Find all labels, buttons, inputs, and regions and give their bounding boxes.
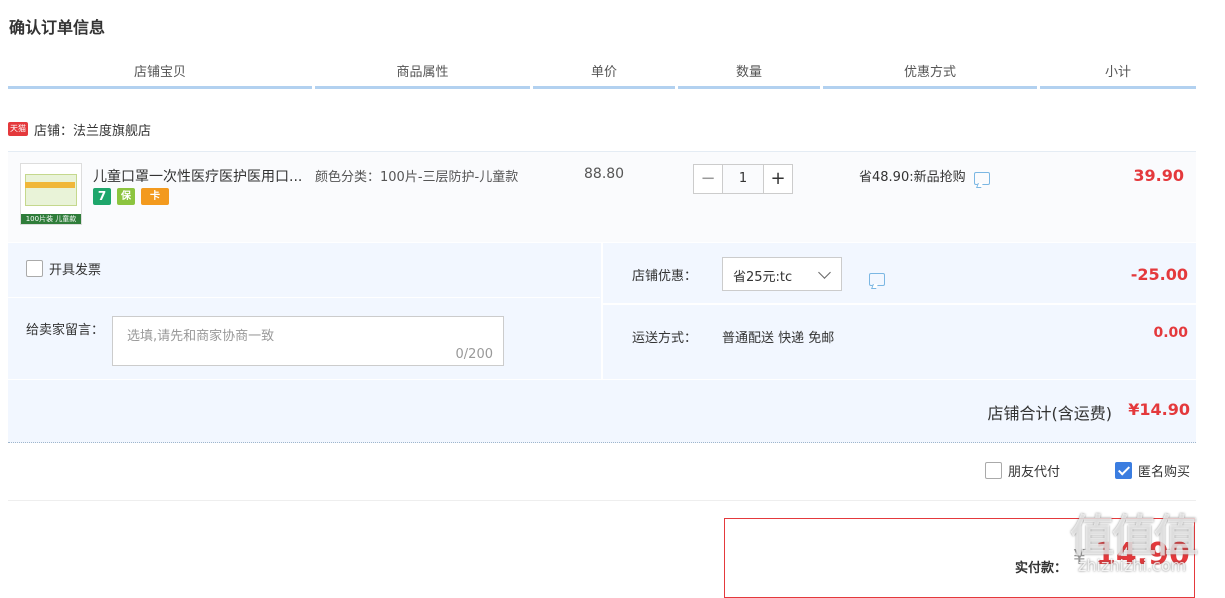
anonymous-purchase-checkbox[interactable] — [1115, 462, 1132, 479]
friend-pay-option[interactable]: 朋友代付 — [985, 461, 1060, 480]
credit-card-icon[interactable]: 卡 — [141, 188, 169, 205]
watermark-logo: 值值值 zhizhizhi.com — [1070, 500, 1220, 584]
friend-pay-label: 朋友代付 — [1008, 465, 1061, 480]
product-attribute: 颜色分类：100片-三层防护-儿童款 — [315, 170, 519, 185]
header-subtotal: 小计 — [1040, 60, 1196, 89]
quantity-minus-button[interactable]: − — [693, 164, 723, 194]
store-discount-label: 店铺优惠： — [632, 269, 698, 284]
seven-day-return-icon[interactable]: 7 — [93, 188, 111, 205]
tmall-icon: 天猫 — [8, 122, 28, 136]
invoice-option[interactable]: 开具发票 — [26, 259, 101, 278]
header-promotion: 优惠方式 — [823, 60, 1037, 89]
chat-bubble-icon[interactable] — [973, 172, 990, 185]
table-header: 店铺宝贝 商品属性 单价 数量 优惠方式 小计 — [8, 60, 1196, 89]
memo-label: 给卖家留言： — [26, 323, 105, 338]
panel-divider — [601, 243, 603, 379]
product-thumbnail[interactable]: 100片装 儿童款 — [20, 163, 82, 225]
store-total-label: 店铺合计(含运费) — [987, 404, 1113, 423]
watermark-url: zhizhizhi.com — [1078, 556, 1187, 575]
payment-label: 实付款： — [1015, 561, 1068, 576]
memo-char-count: 0/200 — [455, 347, 493, 362]
anonymous-purchase-label: 匿名购买 — [1138, 465, 1191, 480]
order-item-row: 100片装 儿童款 儿童口罩一次性医疗医护医用口... 7 保 卡 颜色分类：1… — [8, 151, 1196, 242]
quantity-input[interactable]: 1 — [723, 164, 763, 194]
page-title: 确认订单信息 — [9, 18, 106, 37]
shield-guarantee-icon[interactable]: 保 — [117, 188, 135, 205]
promotion-text: 省48.90:新品抢购 — [859, 170, 966, 185]
invoice-label: 开具发票 — [49, 263, 102, 278]
store-discount-select[interactable]: 省25元:tc — [722, 257, 842, 291]
memo-textarea[interactable]: 选填,请先和商家协商一致 0/200 — [112, 316, 504, 366]
invoice-checkbox[interactable] — [26, 260, 43, 277]
thumbnail-tag: 100片装 儿童款 — [21, 214, 81, 224]
anonymous-purchase-option[interactable]: 匿名购买 — [1115, 461, 1190, 480]
header-attributes: 商品属性 — [315, 60, 530, 89]
shop-row: 天猫 店铺：法兰度旗舰店 — [8, 118, 151, 140]
chat-bubble-icon[interactable] — [869, 273, 885, 286]
promotion-info: 省48.90:新品抢购 — [859, 166, 990, 185]
order-extras-panel: 开具发票 给卖家留言： 选填,请先和商家协商一致 0/200 店铺优惠： 省25… — [8, 243, 1196, 379]
memo-placeholder: 选填,请先和商家协商一致 — [127, 329, 275, 344]
shipping-label: 运送方式： — [632, 331, 698, 346]
header-quantity: 数量 — [678, 60, 820, 89]
quantity-plus-button[interactable]: + — [763, 164, 793, 194]
shop-name[interactable]: 店铺：法兰度旗舰店 — [34, 120, 151, 139]
invoice-section: 开具发票 — [8, 243, 600, 298]
memo-section: 给卖家留言： 选填,请先和商家协商一致 0/200 — [8, 299, 600, 379]
product-title-link[interactable]: 儿童口罩一次性医疗医护医用口... — [93, 166, 308, 186]
chevron-down-icon — [818, 266, 831, 279]
item-subtotal: 39.90 — [1133, 166, 1184, 185]
header-shop-items: 店铺宝贝 — [8, 60, 312, 89]
unit-price: 88.80 — [584, 166, 625, 182]
shipping-method: 普通配送 快递 免邮 — [722, 331, 835, 346]
divider — [8, 500, 1196, 501]
store-discount-value: -25.00 — [1130, 265, 1188, 284]
panel-divider-horizontal — [603, 303, 1196, 305]
quantity-stepper: − 1 + — [693, 164, 793, 194]
store-total-bar: 店铺合计(含运费) ¥14.90 — [8, 380, 1196, 443]
store-total-value: ¥14.90 — [1128, 400, 1190, 419]
friend-pay-checkbox[interactable] — [985, 462, 1002, 479]
header-unit-price: 单价 — [533, 60, 675, 89]
watermark-text: 值值值 — [1070, 511, 1198, 562]
store-discount-selected: 省25元:tc — [733, 270, 793, 285]
shipping-price: 0.00 — [1153, 325, 1188, 341]
